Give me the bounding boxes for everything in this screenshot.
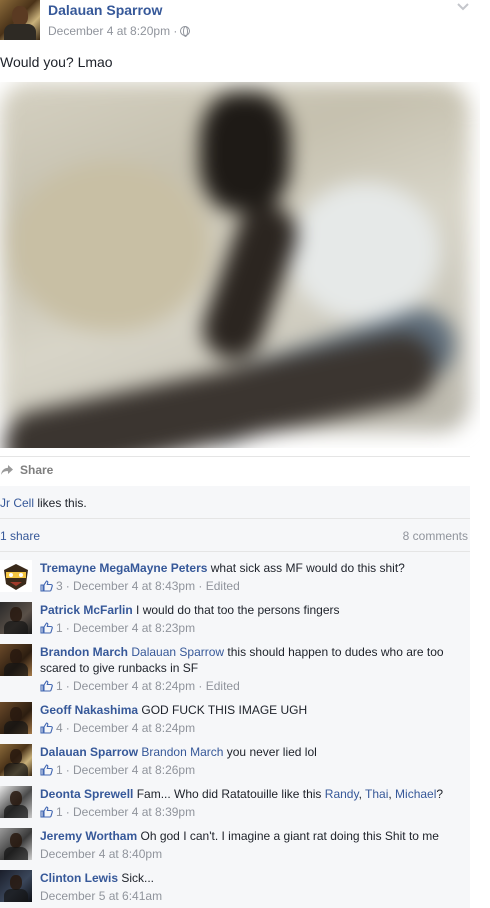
divider xyxy=(0,518,470,519)
commenter-avatar[interactable] xyxy=(0,786,32,818)
thumbs-up-icon[interactable] xyxy=(40,680,53,692)
liker-link[interactable]: Jr Cell xyxy=(0,496,34,510)
comment-text: Oh god I can't. I imagine a giant rat do… xyxy=(137,829,439,843)
divider xyxy=(0,456,470,457)
post-text: Would you? Lmao xyxy=(0,54,113,70)
commenter-avatar[interactable] xyxy=(0,702,32,734)
comment-timestamp[interactable]: · December 4 at 8:39pm xyxy=(66,804,195,820)
commenter-avatar[interactable] xyxy=(0,644,32,676)
comment-like-count: 1 xyxy=(56,805,63,819)
tagged-user-link[interactable]: Randy xyxy=(325,787,359,801)
comment-author[interactable]: Brandon March xyxy=(40,645,128,659)
comment-mention[interactable]: Brandon March xyxy=(141,745,223,759)
divider xyxy=(0,551,470,552)
comment-timestamp[interactable]: December 5 at 6:41am xyxy=(40,888,162,904)
comment-text: I would do that too the persons fingers xyxy=(132,603,340,617)
post-author-name[interactable]: Dalauan Sparrow xyxy=(48,2,162,18)
comment-author[interactable]: Clinton Lewis xyxy=(40,871,118,885)
comment-timestamp[interactable]: · December 4 at 8:23pm xyxy=(66,620,195,636)
shares-link[interactable]: 1 share xyxy=(0,529,40,543)
post-meta: December 4 at 8:20pm · xyxy=(48,24,191,38)
share-button[interactable]: Share xyxy=(0,463,53,477)
post-photo[interactable] xyxy=(0,82,480,448)
thumbs-up-icon[interactable] xyxy=(40,722,53,734)
comment-timestamp[interactable]: December 4 at 8:40pm xyxy=(40,846,162,862)
globe-icon xyxy=(180,26,191,37)
thumbs-up-icon[interactable] xyxy=(40,580,53,592)
comment-timestamp[interactable]: · December 4 at 8:43pm · Edited xyxy=(66,578,240,594)
thumbs-up-icon[interactable] xyxy=(40,806,53,818)
commenter-avatar[interactable] xyxy=(0,744,32,776)
likes-suffix: likes this. xyxy=(34,496,87,510)
ufi-section: Jr Cell likes this. 1 share 8 comments T… xyxy=(0,486,470,908)
comment-text: GOD FUCK THIS IMAGE UGH xyxy=(138,703,308,717)
tagged-user-link[interactable]: Michael xyxy=(395,787,436,801)
comment-author[interactable]: Jeremy Wortham xyxy=(40,829,137,843)
post-header: Dalauan Sparrow December 4 at 8:20pm · xyxy=(0,0,480,44)
likes-sentence: Jr Cell likes this. xyxy=(0,496,87,510)
comment-like-count: 3 xyxy=(56,579,63,593)
commenter-avatar[interactable] xyxy=(0,560,32,592)
chevron-down-icon[interactable] xyxy=(456,2,472,16)
tagged-user-link[interactable]: Thai xyxy=(365,787,388,801)
comment-author[interactable]: Patrick McFarlin xyxy=(40,603,133,617)
comment-text: Fam... Who did Ratatouille like this xyxy=(133,787,325,801)
comment-timestamp[interactable]: · December 4 at 8:26pm xyxy=(66,762,195,778)
comment-text: you never lied lol xyxy=(223,745,317,759)
post-timestamp[interactable]: December 4 at 8:20pm · xyxy=(48,24,177,38)
comment-timestamp[interactable]: · December 4 at 8:24pm xyxy=(66,720,195,736)
thumbs-up-icon[interactable] xyxy=(40,622,53,634)
comment-timestamp[interactable]: · December 4 at 8:24pm · Edited xyxy=(66,678,240,694)
comment-like-count: 1 xyxy=(56,679,63,693)
comment-author[interactable]: Deonta Sprewell xyxy=(40,787,133,801)
comment-like-count: 1 xyxy=(56,621,63,635)
comment-text: what sick ass MF would do this shit? xyxy=(207,561,405,575)
commenter-avatar[interactable] xyxy=(0,828,32,860)
commenter-avatar[interactable] xyxy=(0,870,32,902)
comment-like-count: 1 xyxy=(56,763,63,777)
comment-like-count: 4 xyxy=(56,721,63,735)
share-label: Share xyxy=(20,463,54,477)
comment-text: Sick... xyxy=(118,871,155,885)
author-avatar[interactable] xyxy=(0,0,40,40)
comment-mention[interactable]: Dalauan Sparrow xyxy=(131,645,224,659)
thumbs-up-icon[interactable] xyxy=(40,764,53,776)
comment-author[interactable]: Tremayne MegaMayne Peters xyxy=(40,561,207,575)
comments-count-link[interactable]: 8 comments xyxy=(403,529,468,543)
share-arrow-icon xyxy=(0,464,14,476)
comment-author[interactable]: Dalauan Sparrow xyxy=(40,745,138,759)
commenter-avatar[interactable] xyxy=(0,602,32,634)
comment-text-end: ? xyxy=(436,787,444,801)
comment-author[interactable]: Geoff Nakashima xyxy=(40,703,138,717)
